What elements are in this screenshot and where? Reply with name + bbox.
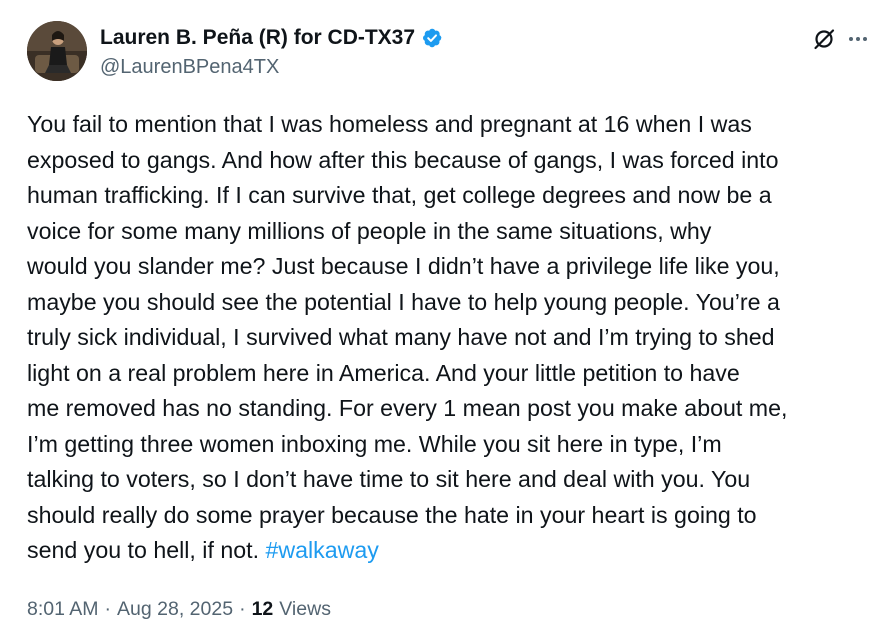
tweet-meta: 8:01 AM · Aug 28, 2025 · 12 Views [27,598,331,621]
tweet-line: I’m getting three women inboxing me. Whi… [27,430,722,457]
tweet-line: maybe you should see the potential I hav… [27,288,780,315]
meta-separator: · [104,598,112,620]
display-name[interactable]: Lauren B. Peña (R) for CD-TX37 [100,26,415,50]
tweet-line: would you slander me? Just because I did… [27,253,780,279]
more-options-icon[interactable] [845,27,871,51]
grok-icon[interactable] [812,27,836,51]
tweet-time[interactable]: 8:01 AM [27,598,99,621]
tweet-line: me removed has no standing. For every 1 … [27,395,788,421]
tweet-line: should really do some prayer because the… [27,501,757,528]
tweet-line: send you to hell, if not. [27,537,266,563]
hashtag-link[interactable]: #walkaway [265,537,378,563]
verified-badge-icon[interactable] [421,27,443,49]
tweet-line: light on a real problem here in America.… [27,359,740,386]
author-handle[interactable]: @LaurenBPena4TX [100,56,279,79]
author-name-row: Lauren B. Peña (R) for CD-TX37 [100,24,443,52]
tweet-line: talking to voters, so I don’t have time … [27,466,751,492]
tweet-line: human trafficking. If I can survive that… [27,182,772,208]
tweet-line: exposed to gangs. And how after this bec… [27,146,779,173]
tweet: Lauren B. Peña (R) for CD-TX37 @LaurenBP… [0,0,892,643]
avatar[interactable] [27,21,87,81]
avatar-photo [27,21,87,81]
tweet-line: voice for some many millions of people i… [27,217,712,244]
tweet-line: truly sick individual, I survived what m… [27,324,775,350]
views-count: 12 [251,598,274,620]
views-label: Views [279,598,331,620]
meta-separator: · [239,598,246,620]
tweet-text: You fail to mention that I was homeless … [27,107,879,569]
tweet-date[interactable]: Aug 28, 2025 [117,598,233,621]
tweet-line: You fail to mention that I was homeless … [27,111,752,137]
